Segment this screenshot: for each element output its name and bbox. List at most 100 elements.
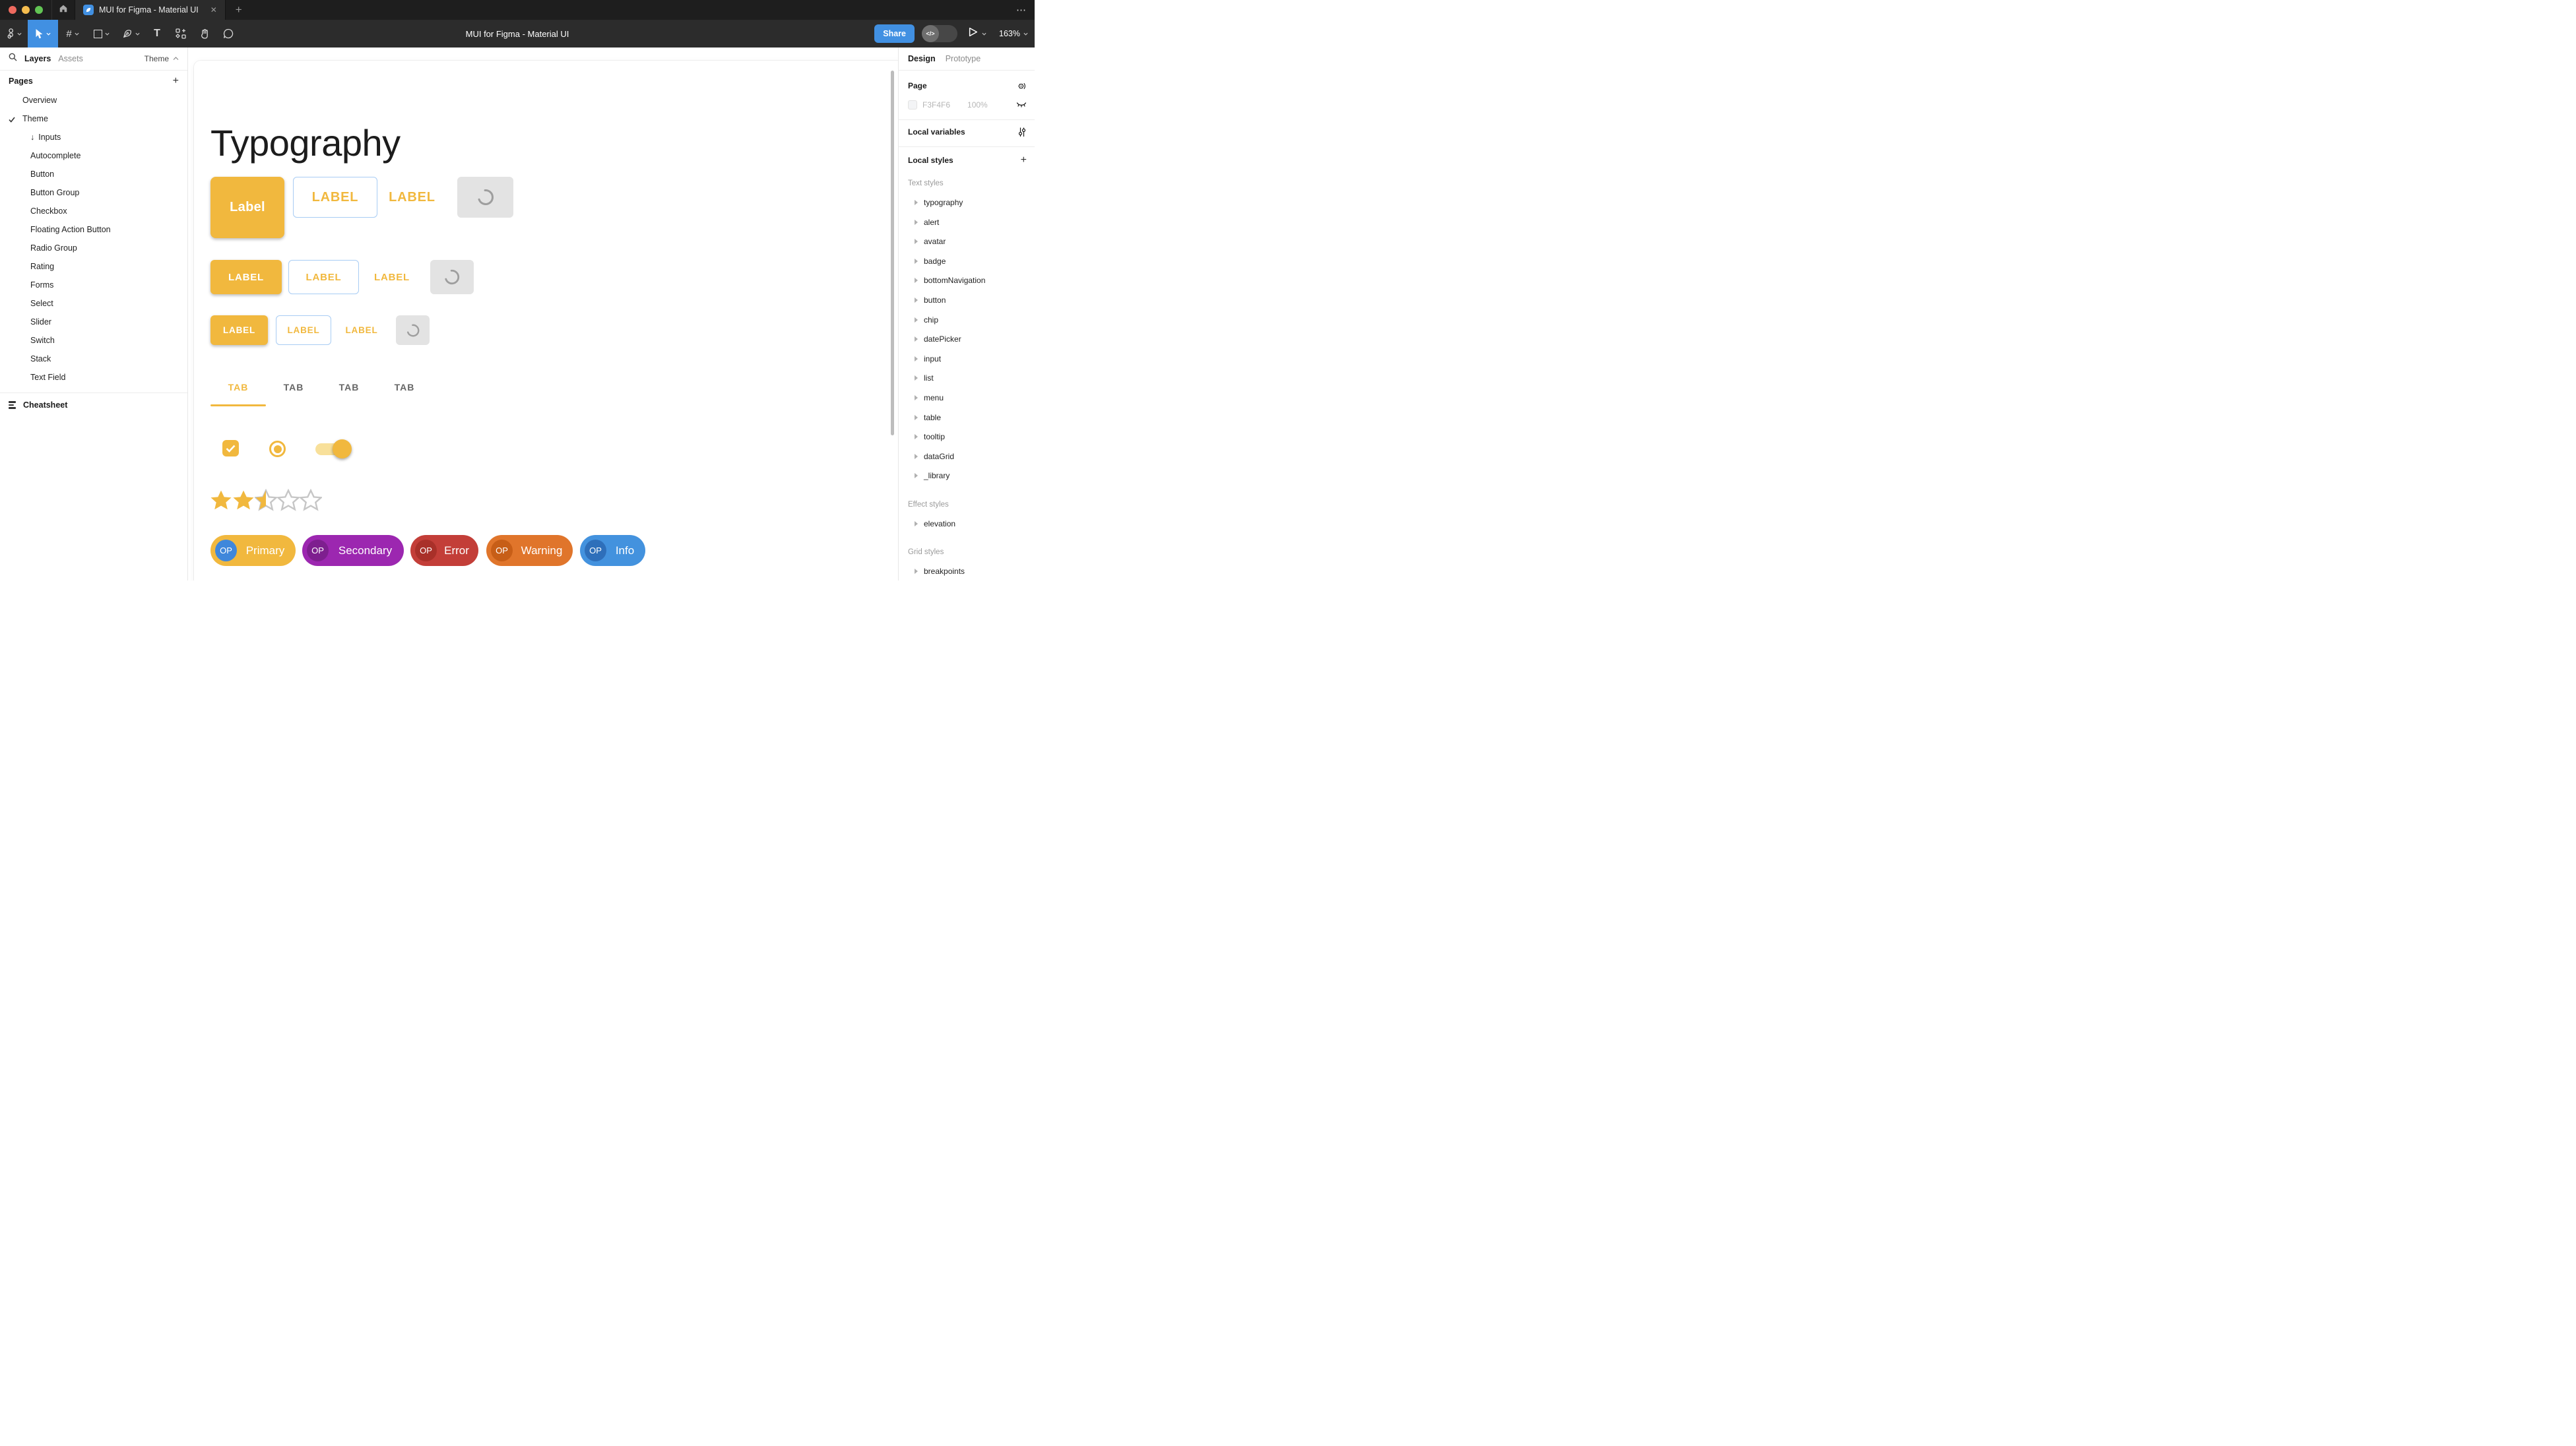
- text-tool-button[interactable]: T: [145, 20, 169, 47]
- variables-icon[interactable]: [1017, 127, 1027, 137]
- chip-primary[interactable]: OP Primary: [210, 535, 296, 566]
- add-style-button[interactable]: +: [1021, 154, 1027, 166]
- sidebar-item-forms[interactable]: Forms: [0, 276, 187, 294]
- disclosure-icon[interactable]: [915, 317, 918, 323]
- local-variables-section[interactable]: Local variables: [908, 125, 1027, 139]
- loading-button-medium[interactable]: [430, 260, 474, 294]
- star-half-icon[interactable]: [255, 489, 277, 511]
- dev-mode-toggle[interactable]: </>: [922, 25, 957, 42]
- resources-tool-button[interactable]: [169, 20, 193, 47]
- shape-tool-button[interactable]: [87, 20, 116, 47]
- style-row-badge[interactable]: badge: [915, 255, 1028, 268]
- style-row-table[interactable]: table: [915, 411, 1028, 424]
- main-menu-button[interactable]: [0, 20, 28, 47]
- contained-button-large[interactable]: Label: [210, 177, 284, 238]
- disclosure-icon[interactable]: [915, 434, 918, 439]
- sidebar-item-select[interactable]: Select: [0, 294, 187, 313]
- style-row-library[interactable]: _library: [915, 469, 1028, 482]
- star-empty-icon[interactable]: [300, 489, 322, 511]
- tab-item[interactable]: TAB: [377, 381, 432, 394]
- style-row-datepicker[interactable]: datePicker: [915, 332, 1028, 346]
- star-full-icon[interactable]: [232, 489, 255, 511]
- sidebar-item-radio-group[interactable]: Radio Group: [0, 239, 187, 257]
- page-selector[interactable]: Theme: [145, 54, 179, 63]
- disclosure-icon[interactable]: [915, 375, 918, 381]
- page-fill-swatch[interactable]: [908, 100, 917, 110]
- style-row-tooltip[interactable]: tooltip: [915, 430, 1028, 443]
- text-button-large[interactable]: LABEL: [381, 177, 443, 218]
- loading-button-small[interactable]: [396, 315, 430, 345]
- chip-error[interactable]: OP Error: [410, 535, 478, 566]
- tab-assets[interactable]: Assets: [58, 54, 83, 63]
- sidebar-item-button-group[interactable]: Button Group: [0, 183, 187, 202]
- canvas[interactable]: Typography Typography Label LABEL LABEL …: [188, 47, 898, 581]
- sidebar-item-inputs[interactable]: ↓ Inputs: [0, 128, 187, 146]
- close-tab-icon[interactable]: ✕: [210, 5, 217, 15]
- loading-button-large[interactable]: [457, 177, 513, 218]
- checkbox-checked[interactable]: [222, 440, 239, 456]
- style-row-alert[interactable]: alert: [915, 216, 1028, 229]
- zoom-menu[interactable]: 163%: [999, 29, 1028, 38]
- new-tab-button[interactable]: +: [236, 3, 242, 16]
- more-menu-icon[interactable]: ⋯: [1016, 0, 1027, 20]
- tab-prototype[interactable]: Prototype: [946, 54, 981, 63]
- pen-tool-button[interactable]: [116, 20, 145, 47]
- contained-button-small[interactable]: LABEL: [210, 315, 268, 345]
- share-button[interactable]: Share: [874, 24, 915, 43]
- disclosure-icon[interactable]: [915, 278, 918, 283]
- disclosure-icon[interactable]: [915, 395, 918, 400]
- disclosure-icon[interactable]: [915, 298, 918, 303]
- chevron-down-icon[interactable]: [982, 32, 986, 36]
- outlined-button-medium[interactable]: LABEL: [288, 260, 359, 294]
- disclosure-icon[interactable]: [915, 200, 918, 205]
- document-tab[interactable]: MUI for Figma - Material UI ✕: [75, 0, 226, 20]
- style-row-button[interactable]: button: [915, 294, 1028, 307]
- radio-selected[interactable]: [269, 441, 286, 457]
- style-row-bottomnavigation[interactable]: bottomNavigation: [915, 274, 1028, 287]
- style-row-menu[interactable]: menu: [915, 391, 1028, 404]
- disclosure-icon[interactable]: [915, 521, 918, 526]
- zoom-window-button[interactable]: [35, 6, 43, 14]
- disclosure-icon[interactable]: [915, 239, 918, 244]
- page-fill-opacity[interactable]: 100%: [967, 100, 988, 110]
- sidebar-item-checkbox[interactable]: Checkbox: [0, 202, 187, 220]
- sidebar-item-overview[interactable]: Overview: [0, 91, 187, 110]
- switch-knob[interactable]: [333, 439, 352, 458]
- close-window-button[interactable]: [9, 6, 16, 14]
- sidebar-item-switch[interactable]: Switch: [0, 331, 187, 350]
- minimize-window-button[interactable]: [22, 6, 30, 14]
- apply-variable-icon[interactable]: [1017, 81, 1027, 91]
- outlined-button-large[interactable]: LABEL: [293, 177, 377, 218]
- move-tool-button[interactable]: [28, 20, 58, 47]
- eye-closed-icon[interactable]: [1016, 102, 1027, 108]
- text-button-small[interactable]: LABEL: [340, 315, 383, 345]
- star-full-icon[interactable]: [210, 489, 232, 511]
- canvas-scrollbar[interactable]: [891, 71, 894, 435]
- style-row-typography[interactable]: typography: [915, 196, 1028, 209]
- contained-button-medium[interactable]: LABEL: [210, 260, 282, 294]
- sidebar-item-rating[interactable]: Rating: [0, 257, 187, 276]
- sidebar-item-slider[interactable]: Slider: [0, 313, 187, 331]
- page-fill-hex[interactable]: F3F4F6: [922, 100, 950, 110]
- search-icon[interactable]: [9, 53, 17, 65]
- sidebar-item-floating-action-button[interactable]: Floating Action Button: [0, 220, 187, 239]
- frame-tool-button[interactable]: #: [58, 20, 87, 47]
- home-button[interactable]: [52, 0, 75, 20]
- present-button[interactable]: [969, 27, 986, 40]
- tab-design[interactable]: Design: [908, 54, 936, 63]
- tab-item[interactable]: TAB: [266, 381, 321, 394]
- disclosure-icon[interactable]: [915, 415, 918, 420]
- disclosure-icon[interactable]: [915, 569, 918, 574]
- add-page-button[interactable]: +: [173, 75, 179, 87]
- sidebar-item-theme[interactable]: Theme: [0, 110, 187, 128]
- star-empty-icon[interactable]: [277, 489, 300, 511]
- disclosure-icon[interactable]: [915, 356, 918, 362]
- page-fill-row[interactable]: F3F4F6 100%: [908, 98, 1027, 111]
- disclosure-icon[interactable]: [915, 220, 918, 225]
- disclosure-icon[interactable]: [915, 454, 918, 459]
- style-row-avatar[interactable]: avatar: [915, 235, 1028, 248]
- disclosure-icon[interactable]: [915, 259, 918, 264]
- tab-layers[interactable]: Layers: [24, 54, 51, 63]
- style-row-elevation[interactable]: elevation: [915, 517, 1028, 530]
- style-row-chip[interactable]: chip: [915, 313, 1028, 327]
